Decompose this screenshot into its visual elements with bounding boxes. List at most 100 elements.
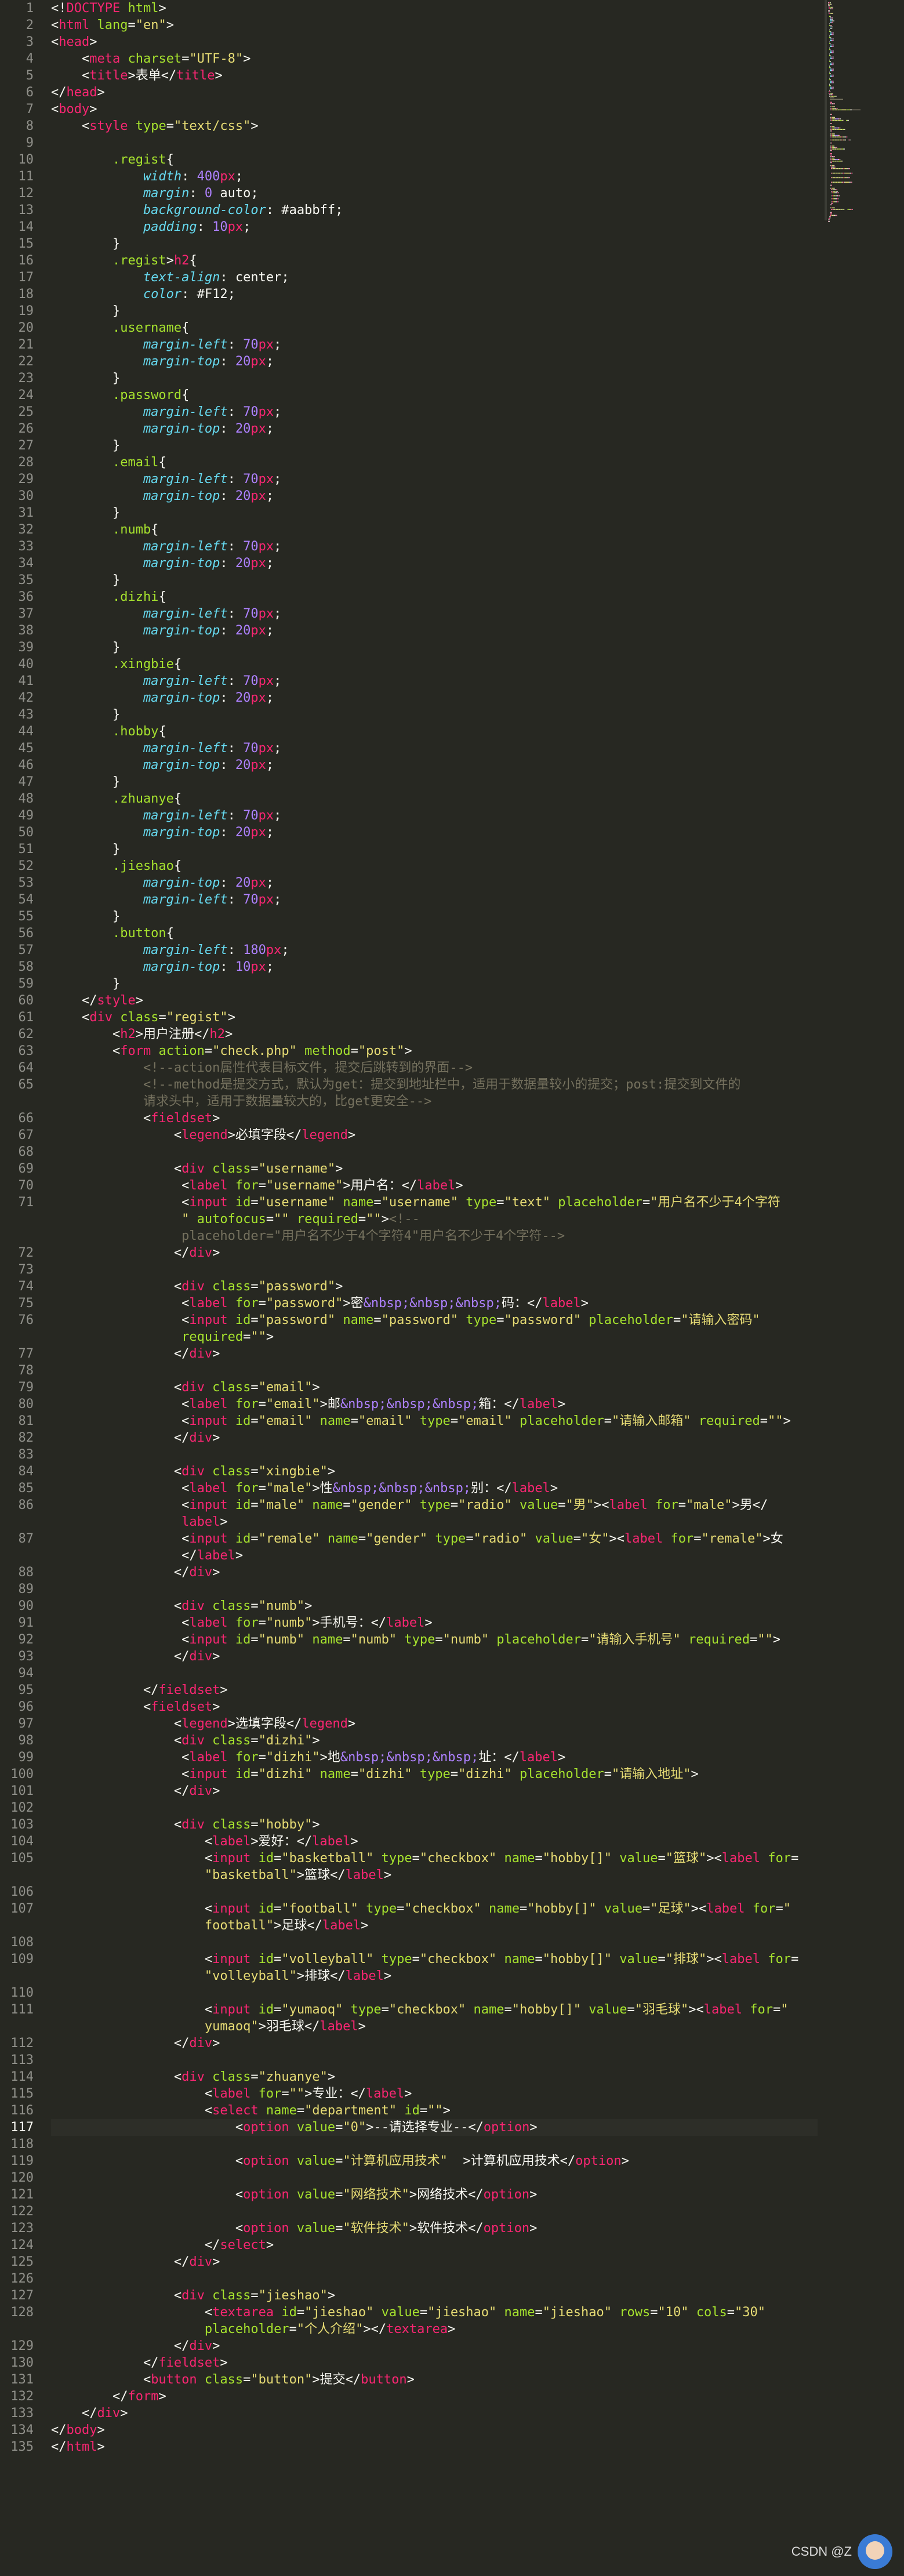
code-line[interactable]: margin-left: 70px; [51,891,818,908]
code-line[interactable]: } [51,370,818,387]
code-line[interactable]: <input id="numb" name="numb" type="numb"… [51,1631,818,1648]
code-line[interactable]: margin-top: 20px; [51,353,818,370]
code-line[interactable]: <option value="软件技术">软件技术</option> [51,2220,818,2237]
code-line[interactable]: <input id="volleyball" type="checkbox" n… [51,1951,818,1984]
code-line[interactable]: <fieldset> [51,1110,818,1127]
code-line[interactable]: <input id="football" type="checkbox" nam… [51,1900,818,1934]
code-line[interactable]: <legend>必填字段</legend> [51,1127,818,1144]
code-line[interactable]: .regist>h2{ [51,252,818,269]
code-line[interactable]: <option value="网络技术">网络技术</option> [51,2186,818,2203]
code-line[interactable]: margin-left: 70px; [51,673,818,690]
code-line[interactable]: <style type="text/css"> [51,118,818,135]
code-line[interactable] [51,1934,818,1951]
code-line[interactable]: <input id="password" name="password" typ… [51,1312,818,1345]
code-line[interactable]: margin-left: 70px; [51,807,818,824]
code-line[interactable]: <label for="dizhi">地&nbsp;&nbsp;&nbsp;址：… [51,1749,818,1766]
code-line[interactable]: .dizhi{ [51,589,818,605]
code-line[interactable] [51,2203,818,2220]
code-line[interactable]: <textarea id="jieshao" value="jieshao" n… [51,2304,818,2338]
code-line[interactable]: <button class="button">提交</button> [51,2371,818,2388]
code-line[interactable] [51,2270,818,2287]
code-line[interactable]: margin-left: 70px; [51,538,818,555]
code-line[interactable] [51,1362,818,1379]
code-line[interactable]: <input id="dizhi" name="dizhi" type="diz… [51,1766,818,1783]
code-line[interactable]: </div> [51,2035,818,2052]
code-line[interactable]: </div> [51,2405,818,2422]
code-line[interactable]: </div> [51,1564,818,1581]
code-line[interactable]: <label for="password">密&nbsp;&nbsp;&nbsp… [51,1295,818,1312]
code-line[interactable]: text-align: center; [51,269,818,286]
code-line[interactable]: margin: 0 auto; [51,185,818,202]
code-line[interactable]: <div class="regist"> [51,1009,818,1026]
code-line[interactable]: <select name="department" id=""> [51,2102,818,2119]
code-line[interactable]: <!DOCTYPE html> [51,0,818,17]
code-line[interactable]: <label for="male">性&nbsp;&nbsp;&nbsp;别：<… [51,1480,818,1497]
code-line[interactable]: <div class="email"> [51,1379,818,1396]
code-line[interactable]: .hobby{ [51,723,818,740]
code-line[interactable]: <label for="email">邮&nbsp;&nbsp;&nbsp;箱：… [51,1396,818,1413]
code-line[interactable]: </head> [51,84,818,101]
code-line[interactable]: <label>爱好：</label> [51,1833,818,1850]
code-line[interactable]: <label for="numb">手机号：</label> [51,1614,818,1631]
code-line[interactable]: <title>表单</title> [51,67,818,84]
code-line[interactable]: } [51,975,818,992]
code-line[interactable]: } [51,235,818,252]
code-line[interactable]: .password{ [51,387,818,404]
code-line[interactable]: </div> [51,2254,818,2270]
code-line[interactable]: .username{ [51,320,818,336]
code-line[interactable]: <fieldset> [51,1699,818,1715]
code-line[interactable]: } [51,505,818,521]
code-line[interactable]: <input id="yumaoq" type="checkbox" name=… [51,2001,818,2035]
code-line[interactable]: </div> [51,2338,818,2354]
code-line[interactable]: <div class="password"> [51,1278,818,1295]
code-line[interactable]: </fieldset> [51,2354,818,2371]
code-line[interactable] [51,2169,818,2186]
code-line[interactable]: <body> [51,101,818,118]
code-line[interactable] [51,1261,818,1278]
code-line[interactable]: </html> [51,2439,818,2455]
code-line[interactable]: <div class="xingbie"> [51,1463,818,1480]
code-line[interactable]: } [51,841,818,858]
code-line[interactable]: } [51,639,818,656]
code-line[interactable]: <head> [51,34,818,50]
code-line[interactable]: margin-top: 20px; [51,622,818,639]
code-line[interactable]: padding: 10px; [51,219,818,235]
code-line[interactable]: margin-left: 70px; [51,471,818,488]
code-line[interactable] [51,1665,818,1682]
code-line[interactable]: <option value="0">--请选择专业--</option> [51,2119,818,2136]
code-line[interactable] [51,135,818,151]
code-line[interactable]: </form> [51,2388,818,2405]
code-editor[interactable]: 1 2 3 4 5 6 7 8 9 10 11 12 13 14 15 16 17 18 19 20 21 22 23 24 2… [0,0,904,2576]
code-line[interactable]: background-color: #aabbff; [51,202,818,219]
code-line[interactable]: <h2>用户注册</h2> [51,1026,818,1043]
code-line[interactable]: margin-left: 180px; [51,942,818,959]
code-line[interactable]: <div class="username"> [51,1160,818,1177]
code-line[interactable]: .email{ [51,454,818,471]
code-area[interactable]: <!DOCTYPE html> <html lang="en"> <head> <m… [41,0,818,2576]
code-line[interactable]: margin-left: 70px; [51,605,818,622]
code-line[interactable]: } [51,572,818,589]
code-line[interactable]: } [51,908,818,925]
code-line[interactable]: margin-left: 70px; [51,740,818,757]
code-line[interactable]: .numb{ [51,521,818,538]
code-line[interactable]: width: 400px; [51,168,818,185]
code-line[interactable]: .button{ [51,925,818,942]
code-line[interactable]: } [51,774,818,790]
code-line[interactable]: } [51,437,818,454]
code-line[interactable]: margin-top: 10px; [51,959,818,975]
code-line[interactable]: .xingbie{ [51,656,818,673]
code-line[interactable]: margin-top: 20px; [51,824,818,841]
code-line[interactable]: </div> [51,1245,818,1261]
code-line[interactable] [51,1799,818,1816]
code-line[interactable]: .zhuanye{ [51,790,818,807]
code-line[interactable]: </div> [51,1345,818,1362]
code-line[interactable]: <form action="check.php" method="post"> [51,1043,818,1060]
code-line[interactable] [51,1144,818,1160]
code-line[interactable]: </div> [51,1783,818,1799]
code-line[interactable]: <div class="numb"> [51,1598,818,1614]
code-line[interactable]: <input id="username" name="username" typ… [51,1194,818,1245]
code-line[interactable] [51,1581,818,1598]
code-line[interactable]: <option value="计算机应用技术" >计算机应用技术</option… [51,2153,818,2169]
code-line[interactable]: margin-top: 20px; [51,488,818,505]
code-line[interactable] [51,2136,818,2153]
